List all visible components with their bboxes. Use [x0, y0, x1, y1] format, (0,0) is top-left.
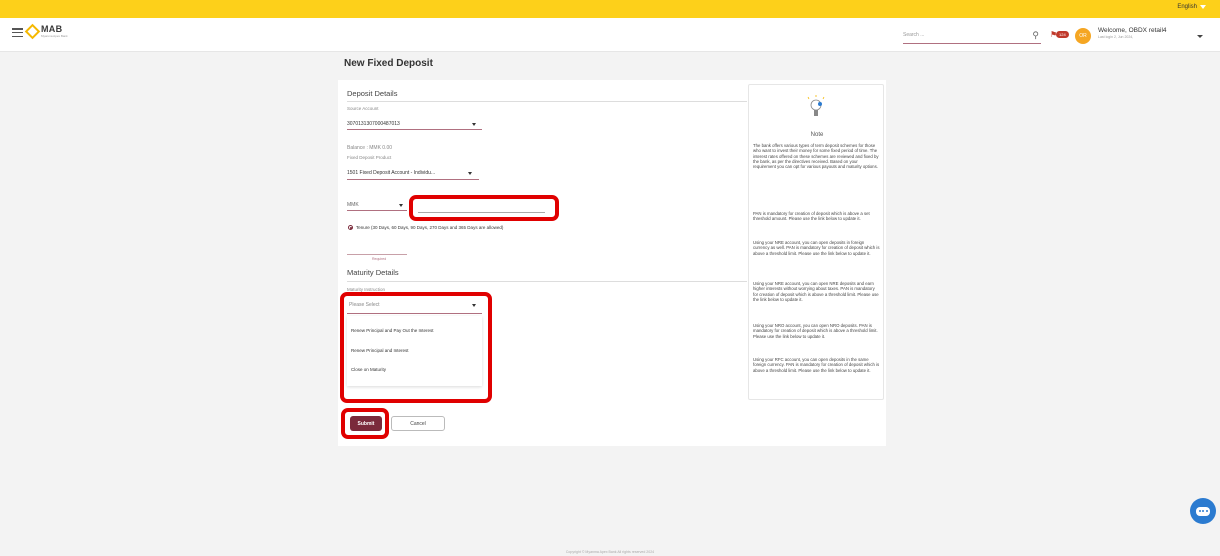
hamburger-menu-icon[interactable]	[12, 28, 23, 37]
note-paragraph: Using your NRO account, you can open NRO…	[753, 323, 878, 339]
chevron-down-icon	[472, 123, 476, 126]
bank-logo[interactable]: MAB Myanma Apex Bank	[24, 23, 68, 40]
source-account-dropdown[interactable]: 3070131307000487013	[347, 121, 400, 127]
cancel-button[interactable]: Cancel	[391, 416, 445, 431]
currency-underline	[347, 210, 407, 211]
required-text: Required	[372, 257, 387, 261]
note-title: Note	[810, 132, 824, 138]
product-dropdown[interactable]: 1501 Fixed Deposit Account - Individu...	[347, 170, 435, 176]
footer-copyright: Copyright © Myanma Apex Bank All rights …	[565, 550, 655, 554]
currency-dropdown[interactable]: MMK	[347, 202, 359, 208]
note-paragraph: PAN is mandatory for creation of deposit…	[753, 211, 870, 222]
user-welcome[interactable]: Welcome, OBDX retail4 Last login 2, Jun …	[1098, 27, 1167, 39]
lightbulb-icon	[807, 95, 825, 116]
highlight-amount	[409, 195, 559, 221]
note-paragraph: Using your NRE account, you can open NRE…	[753, 281, 879, 303]
avatar[interactable]: OR	[1075, 28, 1091, 44]
chatbot-button[interactable]	[1190, 498, 1216, 524]
source-account-label: Source Account	[347, 106, 379, 111]
note-panel: Note The bank offers various types of te…	[748, 84, 884, 400]
chat-bubble-icon	[1196, 506, 1210, 516]
product-label: Fixed Deposit Product	[347, 155, 392, 160]
divider	[347, 281, 747, 282]
search-input[interactable]: Search ... ⚲	[903, 30, 1041, 44]
chevron-down-icon	[468, 172, 472, 175]
note-paragraph: Using your NRE account, you can open dep…	[753, 240, 880, 256]
top-bar: English	[0, 0, 1220, 18]
maturity-details-heading: Maturity Details	[347, 268, 399, 277]
chevron-down-icon	[399, 204, 403, 207]
notifications-button[interactable]: ⚑ 124	[1050, 30, 1072, 40]
note-paragraph: The bank offers various types of term de…	[753, 143, 879, 170]
last-login-text: Last login 2, Jun 2024,	[1098, 34, 1134, 39]
source-account-underline	[347, 129, 482, 130]
tenure-radio[interactable]	[348, 225, 353, 230]
language-label: English	[1177, 4, 1197, 10]
divider	[347, 101, 747, 102]
chevron-down-icon	[1200, 5, 1206, 9]
search-icon[interactable]: ⚲	[1032, 30, 1039, 41]
balance-text: Balance : MMK 0.00	[347, 145, 393, 151]
page-title: New Fixed Deposit	[344, 58, 433, 69]
user-menu-chevron-icon[interactable]	[1197, 35, 1203, 38]
notification-badge: 124	[1056, 31, 1069, 38]
highlight-submit	[341, 408, 389, 439]
tenure-input[interactable]	[347, 254, 407, 255]
highlight-maturity-dropdown	[340, 292, 492, 403]
navbar: MAB Myanma Apex Bank Search ... ⚲ ⚑ 124 …	[0, 18, 1220, 52]
search-placeholder: Search ...	[903, 32, 925, 38]
language-selector[interactable]: English	[1177, 4, 1206, 10]
brand-subtitle: Myanma Apex Bank	[41, 34, 68, 38]
note-paragraph: Using your RFC account, you can open dep…	[753, 357, 880, 373]
tenure-text: Tenure (30 Days, 60 Days, 90 Days, 270 D…	[356, 225, 504, 230]
brand-name: MAB	[41, 24, 63, 34]
product-underline	[347, 179, 479, 180]
logo-diamond-icon	[24, 23, 41, 40]
welcome-text: Welcome, OBDX retail4	[1098, 27, 1167, 34]
deposit-details-heading: Deposit Details	[347, 89, 398, 98]
